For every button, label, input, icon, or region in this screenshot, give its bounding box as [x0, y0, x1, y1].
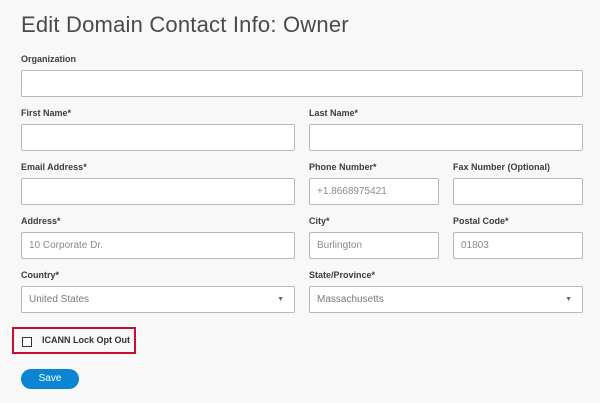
organization-field[interactable] [21, 70, 583, 97]
city-field[interactable]: Burlington [309, 232, 439, 259]
postal-code-field[interactable]: 01803 [453, 232, 583, 259]
fax-label: Fax Number (Optional) [453, 162, 551, 172]
fax-field[interactable] [453, 178, 583, 205]
city-label: City* [309, 216, 330, 226]
page-title: Edit Domain Contact Info: Owner [21, 12, 349, 37]
chevron-down-icon: ▼ [277, 296, 284, 303]
state-value: Massachusetts [317, 294, 384, 305]
chevron-down-icon: ▼ [565, 296, 572, 303]
address-field[interactable]: 10 Corporate Dr. [21, 232, 295, 259]
state-label: State/Province* [309, 270, 376, 280]
last-name-label: Last Name* [309, 108, 359, 118]
icann-lock-label[interactable]: ICANN Lock Opt Out [42, 335, 130, 345]
phone-label: Phone Number* [309, 162, 377, 172]
icann-lock-checkbox[interactable] [22, 337, 32, 347]
organization-label: Organization [21, 54, 77, 64]
email-field[interactable] [21, 178, 295, 205]
save-button[interactable]: Save [21, 369, 79, 389]
first-name-field[interactable] [21, 124, 295, 151]
icann-lock-highlight: ICANN Lock Opt Out [12, 327, 136, 354]
country-select[interactable]: United States ▼ [21, 286, 295, 313]
email-label: Email Address* [21, 162, 87, 172]
country-value: United States [29, 294, 90, 305]
last-name-field[interactable] [309, 124, 583, 151]
address-label: Address* [21, 216, 61, 226]
first-name-label: First Name* [21, 108, 72, 118]
phone-field[interactable]: +1.8668975421 [309, 178, 439, 205]
postal-code-label: Postal Code* [453, 216, 509, 226]
state-select[interactable]: Massachusetts ▼ [309, 286, 583, 313]
country-label: Country* [21, 270, 59, 280]
